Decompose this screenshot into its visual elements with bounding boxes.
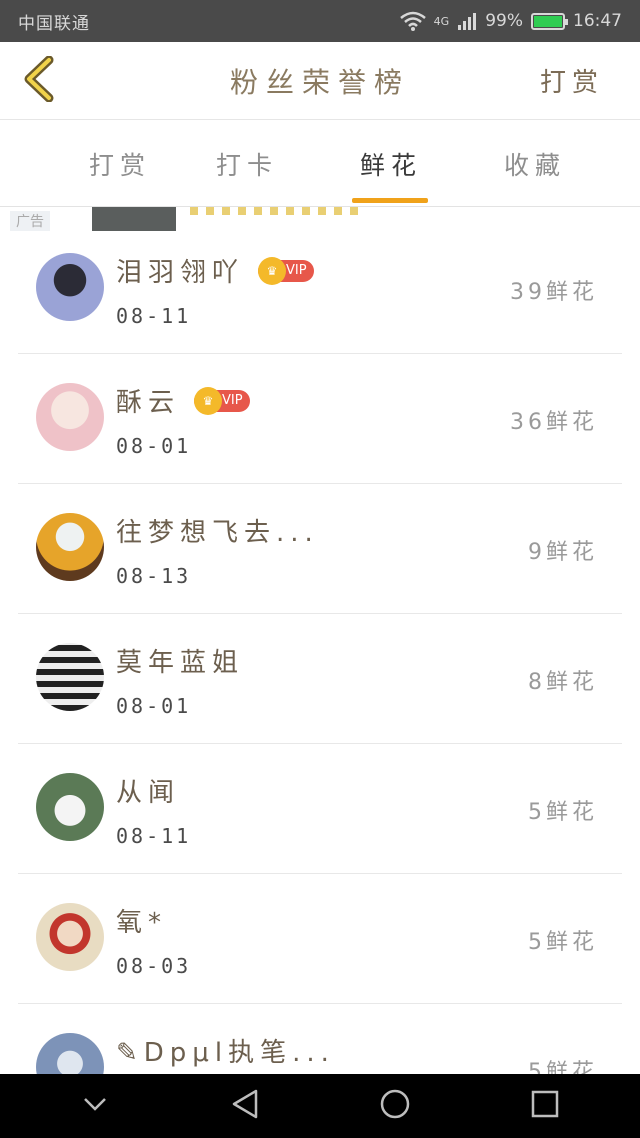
nav-home-button[interactable] <box>365 1081 425 1131</box>
fan-name: ✎Dpμl执笔... <box>116 1038 335 1068</box>
flower-count: 36鲜花 <box>510 410 598 435</box>
circle-home-icon <box>379 1088 411 1124</box>
hide-nav-button[interactable] <box>65 1081 125 1131</box>
carrier-label: 中国联通 <box>18 13 90 34</box>
fan-name: 酥云 <box>116 388 181 418</box>
fan-name-line: 酥云 ♛ VIP <box>116 382 250 419</box>
fan-row[interactable]: 莫年蓝姐 08-01 8鲜花 <box>18 614 622 744</box>
tab-flowers[interactable]: 鲜花 <box>316 121 466 207</box>
tab-label: 打赏 <box>88 151 151 180</box>
avatar <box>36 253 104 321</box>
tab-favorites[interactable]: 收藏 <box>460 121 610 207</box>
nav-back-button[interactable] <box>215 1081 275 1131</box>
vip-badge: ♛ VIP <box>258 256 314 285</box>
fan-date: 08-03 <box>116 954 192 978</box>
crown-icon: ♛ <box>194 386 223 415</box>
fan-name-line: 氧* <box>116 902 167 939</box>
fan-name-line: 从闻 <box>116 772 180 809</box>
avatar <box>36 513 104 581</box>
clock: 16:47 <box>573 11 622 31</box>
fan-date: 08-01 <box>116 694 192 718</box>
vip-badge: ♛ VIP <box>194 386 250 415</box>
tab-active-indicator <box>352 198 428 203</box>
flower-count: 5鲜花 <box>528 800 598 825</box>
vip-label: VIP <box>222 393 243 408</box>
fan-name-line: ✎Dpμl执笔... <box>116 1032 335 1069</box>
tab-label: 打卡 <box>215 151 278 180</box>
wifi-icon <box>399 11 426 31</box>
tab-label: 鲜花 <box>359 151 422 180</box>
avatar <box>36 773 104 841</box>
status-icons: 4G 99% 16:47 <box>399 11 622 31</box>
fan-name: 莫年蓝姐 <box>116 648 245 678</box>
avatar <box>36 903 104 971</box>
fan-row[interactable]: 往梦想飞去... 08-13 9鲜花 <box>18 484 622 614</box>
flower-count: 5鲜花 <box>528 930 598 955</box>
tab-bar: 打赏 打卡 鲜花 收藏 <box>0 121 640 207</box>
fan-name-line: 莫年蓝姐 <box>116 642 244 679</box>
fan-date: 08-11 <box>116 824 192 848</box>
chevron-down-icon <box>82 1096 108 1116</box>
flower-count: 39鲜花 <box>510 280 598 305</box>
fan-row[interactable]: 氧* 08-03 5鲜花 <box>18 874 622 1004</box>
system-nav-bar <box>0 1074 640 1138</box>
title-bar: 粉丝荣誉榜 打赏 <box>0 42 640 120</box>
flower-count: 9鲜花 <box>528 540 598 565</box>
vip-label: VIP <box>286 263 307 278</box>
fan-name-line: 往梦想飞去... <box>116 512 319 549</box>
fan-name: 泪羽翎吖 <box>116 258 245 288</box>
tab-label: 收藏 <box>503 151 566 180</box>
battery-icon <box>531 12 568 30</box>
fan-date: 08-13 <box>116 564 192 588</box>
avatar <box>36 383 104 451</box>
fan-name: 氧* <box>116 908 168 938</box>
fan-name: 从闻 <box>116 778 181 808</box>
network-type: 4G <box>433 14 450 28</box>
fan-name-line: 泪羽翎吖 ♛ VIP <box>116 252 314 289</box>
fan-row[interactable]: 酥云 ♛ VIP 08-01 36鲜花 <box>18 354 622 484</box>
fan-name: 往梦想飞去... <box>116 518 319 548</box>
ad-decoration <box>190 207 360 215</box>
reward-button[interactable]: 打赏 <box>540 62 604 99</box>
crown-icon: ♛ <box>258 256 287 285</box>
battery-percent: 99% <box>485 11 523 31</box>
avatar <box>36 643 104 711</box>
status-bar: 中国联通 4G 99% 16:47 <box>0 0 640 42</box>
triangle-back-icon <box>230 1088 260 1124</box>
fan-row[interactable]: 泪羽翎吖 ♛ VIP 08-11 39鲜花 <box>18 224 622 354</box>
square-recents-icon <box>530 1089 560 1123</box>
fan-date: 08-11 <box>116 304 192 328</box>
fan-row[interactable]: 从闻 08-11 5鲜花 <box>18 744 622 874</box>
fan-date: 08-01 <box>116 434 192 458</box>
tab-checkin[interactable]: 打卡 <box>172 121 322 207</box>
flower-count: 8鲜花 <box>528 670 598 695</box>
signal-icon <box>457 11 477 31</box>
nav-recents-button[interactable] <box>515 1081 575 1131</box>
